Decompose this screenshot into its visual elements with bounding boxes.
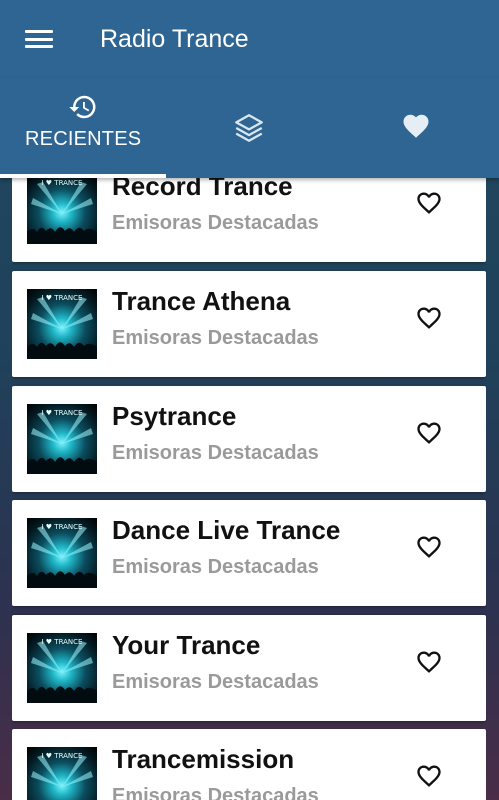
station-card[interactable]: I ♥ TRANCE Trance Athena Emisoras Destac… <box>12 271 486 377</box>
station-thumbnail: I ♥ TRANCE <box>27 633 97 703</box>
station-name: Record Trance <box>112 178 293 201</box>
hamburger-menu-icon[interactable] <box>25 28 53 50</box>
station-name: Trancemission <box>112 744 295 774</box>
station-category: Emisoras Destacadas <box>112 556 319 578</box>
station-thumbnail: I ♥ TRANCE <box>27 404 97 474</box>
tab-favorites[interactable] <box>333 78 499 178</box>
favorite-button[interactable] <box>412 645 446 679</box>
heart-outline-icon <box>417 307 441 329</box>
station-card[interactable]: I ♥ TRANCE Record Trance Emisoras Destac… <box>12 178 486 262</box>
app-title: Radio Trance <box>100 24 249 53</box>
station-card[interactable]: I ♥ TRANCE Psytrance Emisoras Destacadas <box>12 386 486 492</box>
history-icon <box>69 95 96 119</box>
station-card[interactable]: I ♥ TRANCE Your Trance Emisoras Destacad… <box>12 615 486 721</box>
tab-recientes[interactable]: RECIENTES <box>0 78 166 178</box>
thumb-label: I ♥ TRANCE <box>42 179 83 187</box>
station-list[interactable]: I ♥ TRANCE Record Trance Emisoras Destac… <box>12 178 486 800</box>
station-category: Emisoras Destacadas <box>112 327 319 349</box>
thumb-label: I ♥ TRANCE <box>42 409 83 417</box>
trance-artwork-icon: I ♥ TRANCE <box>27 638 97 703</box>
heart-icon <box>403 114 429 138</box>
station-card[interactable]: I ♥ TRANCE Trancemission Emisoras Destac… <box>12 729 486 800</box>
station-card[interactable]: I ♥ TRANCE Dance Live Trance Emisoras De… <box>12 500 486 606</box>
station-category: Emisoras Destacadas <box>112 785 319 800</box>
station-name: Dance Live Trance <box>112 515 341 545</box>
station-thumbnail: I ♥ TRANCE <box>27 289 97 359</box>
station-name: Your Trance <box>112 630 261 660</box>
thumb-label: I ♥ TRANCE <box>42 638 83 646</box>
trance-artwork-icon: I ♥ TRANCE <box>27 523 97 588</box>
heart-outline-icon <box>417 651 441 673</box>
station-category: Emisoras Destacadas <box>112 671 319 693</box>
thumb-label: I ♥ TRANCE <box>42 752 83 760</box>
heart-outline-icon <box>417 765 441 787</box>
favorite-button[interactable] <box>412 186 446 220</box>
station-name: Trance Athena <box>112 286 291 316</box>
station-thumbnail: I ♥ TRANCE <box>27 518 97 588</box>
station-category: Emisoras Destacadas <box>112 442 319 464</box>
heart-outline-icon <box>417 192 441 214</box>
tab-recientes-label: RECIENTES <box>25 128 142 150</box>
favorite-button[interactable] <box>412 530 446 564</box>
favorite-button[interactable] <box>412 301 446 335</box>
favorite-button[interactable] <box>412 759 446 793</box>
favorite-button[interactable] <box>412 416 446 450</box>
tab-selected-indicator <box>0 174 166 178</box>
tab-categories[interactable] <box>166 78 332 178</box>
trance-artwork-icon: I ♥ TRANCE <box>27 294 97 359</box>
thumb-label: I ♥ TRANCE <box>42 294 83 302</box>
heart-outline-icon <box>417 422 441 444</box>
station-category: Emisoras Destacadas <box>112 212 319 234</box>
app-bar: Radio Trance <box>0 0 499 78</box>
tab-bar: RECIENTES <box>0 78 499 178</box>
station-name: Psytrance <box>112 401 237 431</box>
thumb-label: I ♥ TRANCE <box>42 523 83 531</box>
trance-artwork-icon: I ♥ TRANCE <box>27 409 97 474</box>
layers-icon <box>235 114 264 142</box>
station-thumbnail: I ♥ TRANCE <box>27 178 97 244</box>
station-thumbnail: I ♥ TRANCE <box>27 747 97 800</box>
trance-artwork-icon: I ♥ TRANCE <box>31 752 93 787</box>
heart-outline-icon <box>417 536 441 558</box>
trance-artwork-icon: I ♥ TRANCE <box>27 179 97 244</box>
